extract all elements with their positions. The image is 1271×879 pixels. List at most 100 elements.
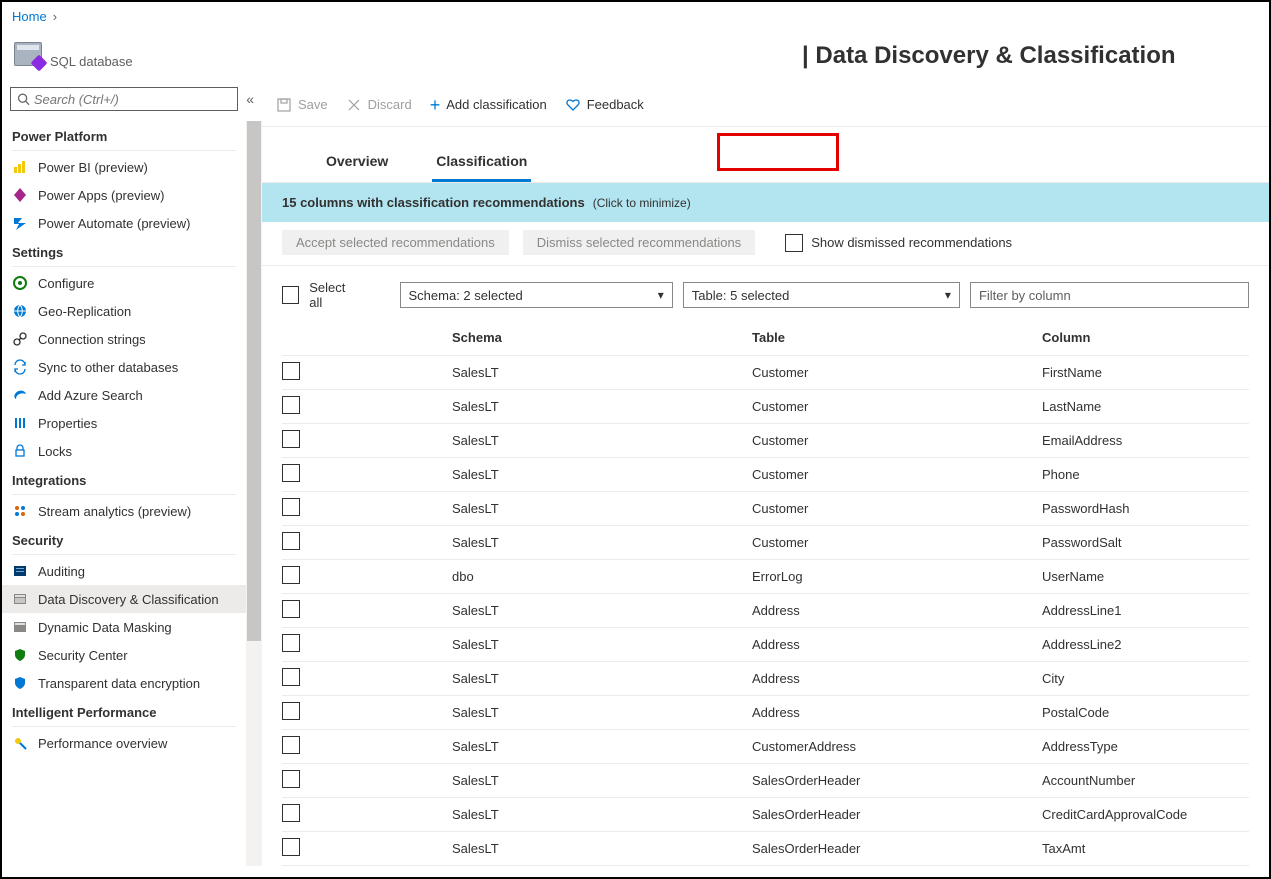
nav-icon — [12, 647, 28, 663]
row-checkbox[interactable] — [282, 430, 300, 448]
row-checkbox[interactable] — [282, 600, 300, 618]
breadcrumb-home-link[interactable]: Home — [12, 9, 47, 24]
cell-schema: SalesLT — [452, 839, 752, 858]
cell-schema: SalesLT — [452, 805, 752, 824]
row-checkbox[interactable] — [282, 362, 300, 380]
recommendations-banner[interactable]: 15 columns with classification recommend… — [262, 183, 1269, 222]
sidebar-item[interactable]: Dynamic Data Masking — [2, 613, 246, 641]
heart-icon — [565, 97, 581, 113]
sidebar-item[interactable]: Stream analytics (preview) — [2, 497, 246, 525]
row-checkbox[interactable] — [282, 498, 300, 516]
row-checkbox[interactable] — [282, 532, 300, 550]
add-classification-button[interactable]: + Add classification — [430, 96, 547, 114]
row-checkbox[interactable] — [282, 838, 300, 856]
scrollbar-thumb[interactable] — [247, 121, 261, 641]
row-checkbox[interactable] — [282, 736, 300, 754]
nav-icon — [12, 415, 28, 431]
search-input[interactable] — [34, 92, 231, 107]
sidebar-item-label: Transparent data encryption — [38, 676, 200, 691]
cell-table: Customer — [752, 465, 1042, 484]
save-button[interactable]: Save — [276, 97, 328, 113]
breadcrumb: Home › — [2, 2, 1269, 30]
row-checkbox[interactable] — [282, 634, 300, 652]
sidebar-item[interactable]: Security Center — [2, 641, 246, 669]
search-input-wrapper[interactable] — [10, 87, 238, 111]
sidebar-item[interactable]: Add Azure Search — [2, 381, 246, 409]
tab-classification[interactable]: Classification — [432, 145, 531, 182]
select-all-checkbox[interactable] — [282, 286, 299, 304]
cell-schema: SalesLT — [452, 601, 752, 620]
sidebar-item[interactable]: Auditing — [2, 557, 246, 585]
table-row: SalesLTCustomerFirstName — [282, 356, 1249, 390]
table-row: SalesLTCustomerPasswordSalt — [282, 526, 1249, 560]
sidebar: « ▲ Power PlatformPower BI (preview)Powe… — [2, 83, 262, 868]
sidebar-item-label: Performance overview — [38, 736, 167, 751]
sidebar-item[interactable]: Data Discovery & Classification — [2, 585, 246, 613]
show-dismissed-checkbox[interactable] — [785, 234, 803, 252]
recommendations-table: Schema Table Column SalesLTCustomerFirst… — [262, 320, 1269, 866]
accept-recommendations-button[interactable]: Accept selected recommendations — [282, 230, 509, 255]
feedback-button[interactable]: Feedback — [565, 97, 644, 113]
row-checkbox[interactable] — [282, 464, 300, 482]
sidebar-section-title: Settings — [2, 237, 246, 264]
cell-table: ErrorLog — [752, 567, 1042, 586]
tab-overview[interactable]: Overview — [322, 145, 392, 182]
nav-icon — [12, 303, 28, 319]
row-checkbox[interactable] — [282, 396, 300, 414]
cell-schema: SalesLT — [452, 499, 752, 518]
nav-icon — [12, 359, 28, 375]
table-filter-dropdown[interactable]: Table: 5 selected ▾ — [683, 282, 960, 308]
sidebar-item[interactable]: Power Apps (preview) — [2, 181, 246, 209]
sidebar-item[interactable]: Power Automate (preview) — [2, 209, 246, 237]
sidebar-item[interactable]: Properties — [2, 409, 246, 437]
nav-icon — [12, 735, 28, 751]
schema-filter-dropdown[interactable]: Schema: 2 selected ▾ — [400, 282, 673, 308]
sidebar-item[interactable]: Sync to other databases — [2, 353, 246, 381]
table-row: SalesLTCustomerAddressAddressType — [282, 730, 1249, 764]
sidebar-item[interactable]: Geo-Replication — [2, 297, 246, 325]
select-all-row[interactable]: Select all — [282, 280, 360, 310]
sidebar-item[interactable]: Performance overview — [2, 729, 246, 757]
cell-schema: SalesLT — [452, 465, 752, 484]
cell-table: Customer — [752, 499, 1042, 518]
nav-icon — [12, 675, 28, 691]
show-dismissed-checkbox-row[interactable]: Show dismissed recommendations — [785, 234, 1012, 252]
cell-table: Address — [752, 635, 1042, 654]
cell-column: AccountNumber — [1042, 771, 1249, 790]
cell-column: PostalCode — [1042, 703, 1249, 722]
cell-column: City — [1042, 669, 1249, 688]
sidebar-item[interactable]: Connection strings — [2, 325, 246, 353]
table-row: SalesLTAddressPostalCode — [282, 696, 1249, 730]
row-checkbox[interactable] — [282, 702, 300, 720]
cell-schema: dbo — [452, 567, 752, 586]
sidebar-section-title: Security — [2, 525, 246, 552]
nav-icon — [12, 331, 28, 347]
table-row: SalesLTCustomerPasswordHash — [282, 492, 1249, 526]
column-filter-input[interactable] — [970, 282, 1249, 308]
cell-table: Customer — [752, 363, 1042, 382]
sidebar-item[interactable]: Locks — [2, 437, 246, 465]
search-icon — [17, 92, 30, 106]
resource-type-label: SQL database — [50, 54, 133, 69]
show-dismissed-label: Show dismissed recommendations — [811, 235, 1012, 250]
sidebar-item-label: Geo-Replication — [38, 304, 131, 319]
row-checkbox[interactable] — [282, 668, 300, 686]
sidebar-item[interactable]: Transparent data encryption — [2, 669, 246, 697]
row-checkbox[interactable] — [282, 566, 300, 584]
cell-schema: SalesLT — [452, 771, 752, 790]
sidebar-item[interactable]: Power BI (preview) — [2, 153, 246, 181]
nav-icon — [12, 443, 28, 459]
sidebar-item-label: Properties — [38, 416, 97, 431]
row-checkbox[interactable] — [282, 770, 300, 788]
cell-column: FirstName — [1042, 363, 1249, 382]
collapse-sidebar-button[interactable]: « — [246, 91, 254, 107]
cell-column: CreditCardApprovalCode — [1042, 805, 1249, 824]
col-header-column: Column — [1042, 328, 1249, 347]
discard-button[interactable]: Discard — [346, 97, 412, 113]
sidebar-item-label: Locks — [38, 444, 72, 459]
dismiss-recommendations-button[interactable]: Dismiss selected recommendations — [523, 230, 755, 255]
row-checkbox[interactable] — [282, 804, 300, 822]
sidebar-item-label: Sync to other databases — [38, 360, 178, 375]
sidebar-item[interactable]: Configure — [2, 269, 246, 297]
cell-column: AddressLine2 — [1042, 635, 1249, 654]
